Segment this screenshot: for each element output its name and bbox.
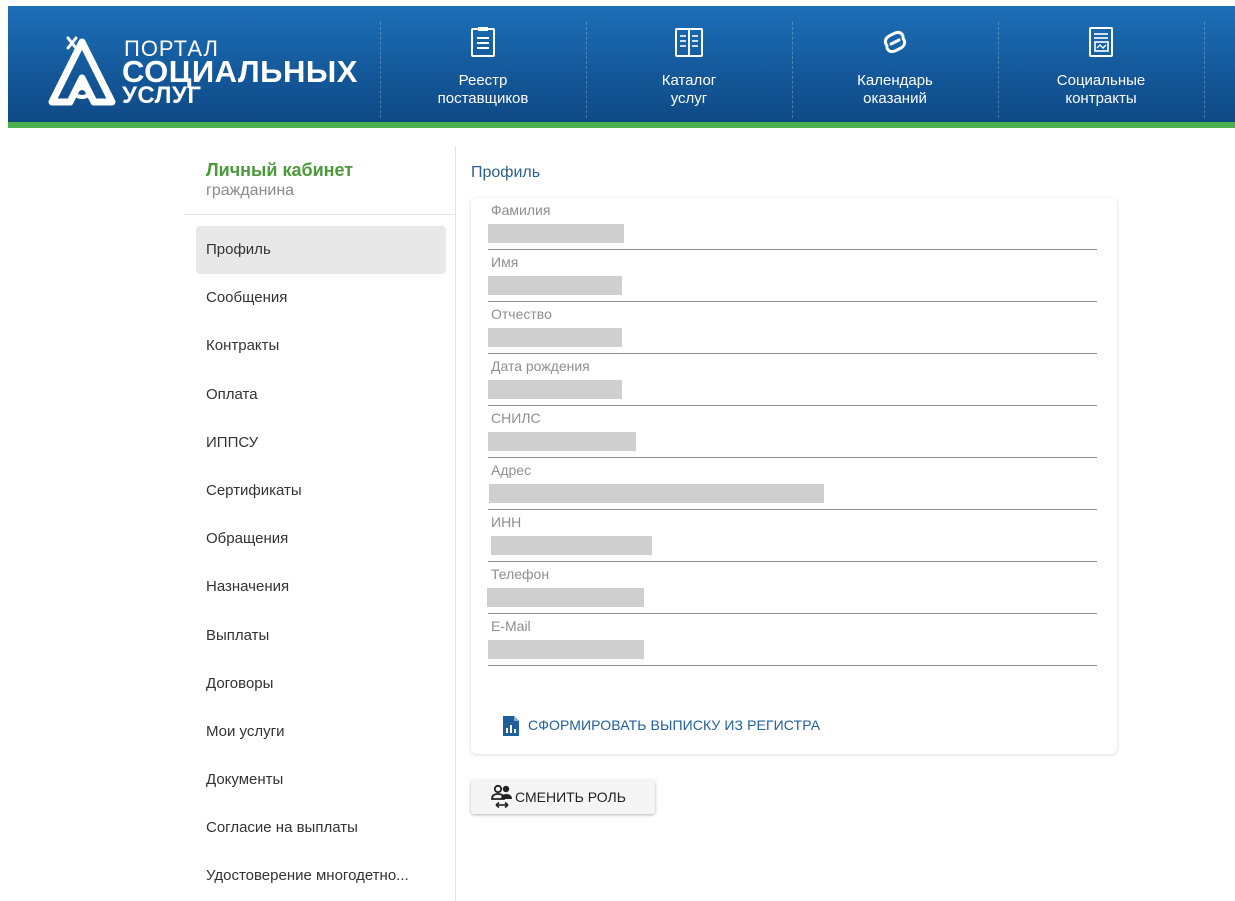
field-snils: СНИЛС — [488, 406, 1097, 458]
clipboard-list-icon — [471, 27, 495, 57]
sidebar: Личный кабинет гражданина Профиль Сообще… — [184, 146, 456, 901]
nav-label-line: Реестр — [458, 72, 508, 89]
nav-label-line: Социальные — [1056, 72, 1146, 89]
nav-separator — [1204, 22, 1205, 118]
redacted-value — [488, 276, 622, 295]
field-birth-date: Дата рождения — [488, 354, 1097, 406]
field-phone: Телефон — [487, 562, 1097, 614]
field-label: Телефон — [491, 566, 550, 582]
nav-label-line: контракты — [1065, 90, 1137, 107]
sidebar-item-assignments[interactable]: Назначения — [196, 563, 446, 611]
redacted-value — [488, 224, 624, 243]
change-role-label: СМЕНИТЬ РОЛЬ — [515, 789, 626, 805]
sidebar-item-contracts[interactable]: Контракты — [196, 322, 446, 370]
sidebar-item-ippsu[interactable]: ИППСУ — [196, 419, 446, 467]
profile-card: Фамилия Имя Отчество Дата рождения СНИЛС… — [471, 198, 1117, 754]
top-header: ПОРТАЛ СОЦИАЛЬНЫХ УСЛУГ Реестр поставщик… — [8, 6, 1235, 128]
field-label: Дата рождения — [491, 358, 590, 374]
logo-text-services: УСЛУГ — [122, 82, 202, 109]
sidebar-item-payout-consent[interactable]: Согласие на выплаты — [196, 804, 446, 852]
sidebar-item-messages[interactable]: Сообщения — [196, 274, 446, 322]
page-title: Профиль — [471, 164, 541, 181]
nav-label-line: поставщиков — [437, 90, 529, 107]
sidebar-divider — [184, 214, 456, 215]
field-address: Адрес — [488, 458, 1097, 510]
redacted-value — [488, 328, 622, 347]
sidebar-item-large-family-certificate[interactable]: Удостоверение многодетно... — [196, 852, 446, 900]
field-label: Имя — [491, 254, 519, 270]
redacted-value — [488, 640, 644, 659]
nav-label-line: услуг — [670, 90, 708, 107]
sidebar-item-payment[interactable]: Оплата — [196, 371, 446, 419]
field-first-name: Имя — [488, 250, 1097, 302]
sidebar-item-profile[interactable]: Профиль — [196, 226, 446, 275]
cabinet-title: Личный кабинет — [206, 160, 354, 180]
cabinet-subtitle: гражданина — [206, 182, 295, 199]
redacted-value — [491, 536, 652, 555]
sidebar-item-my-services[interactable]: Мои услуги — [196, 708, 446, 756]
redacted-value — [488, 380, 622, 399]
chain-link-icon — [883, 30, 907, 54]
sidebar-item-payouts[interactable]: Выплаты — [196, 612, 446, 660]
nav-providers-registry[interactable]: Реестр поставщиков — [380, 6, 586, 122]
field-surname: Фамилия — [488, 198, 1097, 250]
redacted-value — [489, 484, 824, 503]
nav-calendar[interactable]: Календарь оказаний — [792, 6, 998, 122]
sidebar-item-documents[interactable]: Документы — [196, 756, 446, 804]
field-label: E-Mail — [491, 618, 531, 634]
nav-label-line: Календарь — [857, 72, 933, 89]
field-email: E-Mail — [488, 614, 1097, 666]
redacted-value — [487, 588, 644, 607]
field-label: Адрес — [491, 462, 532, 478]
nav-label: Социальные контракты — [998, 72, 1204, 108]
contract-document-icon — [1089, 27, 1113, 57]
open-book-icon — [675, 28, 703, 57]
field-label: СНИЛС — [491, 410, 541, 426]
report-chart-icon — [503, 716, 519, 736]
change-role-button[interactable]: СМЕНИТЬ РОЛЬ — [471, 780, 655, 814]
nav-label-line: Каталог — [661, 72, 717, 89]
nav-label: Реестр поставщиков — [380, 72, 586, 108]
field-label: Фамилия — [491, 202, 551, 218]
nav-social-contracts[interactable]: Социальные контракты — [998, 6, 1204, 122]
sidebar-item-certificates[interactable]: Сертификаты — [196, 467, 446, 515]
field-patronymic: Отчество — [488, 302, 1097, 354]
portal-logo-icon — [48, 36, 116, 106]
nav-label-line: оказаний — [863, 90, 927, 107]
redacted-value — [488, 432, 636, 451]
swap-users-icon — [491, 784, 512, 809]
sidebar-menu: Профиль Сообщения Контракты Оплата ИППСУ… — [196, 226, 446, 901]
sidebar-item-agreements[interactable]: Договоры — [196, 660, 446, 708]
portal-logo[interactable]: ПОРТАЛ СОЦИАЛЬНЫХ УСЛУГ — [46, 34, 366, 114]
sidebar-item-appeals[interactable]: Обращения — [196, 515, 446, 563]
field-label: ИНН — [491, 514, 522, 530]
nav-label: Календарь оказаний — [792, 72, 998, 108]
field-label: Отчество — [491, 306, 552, 322]
field-inn: ИНН — [488, 510, 1097, 562]
nav-services-catalog[interactable]: Каталог услуг — [586, 6, 792, 122]
nav-label: Каталог услуг — [586, 72, 792, 108]
report-link-label: СФОРМИРОВАТЬ ВЫПИСКУ ИЗ РЕГИСТРА — [528, 717, 821, 733]
